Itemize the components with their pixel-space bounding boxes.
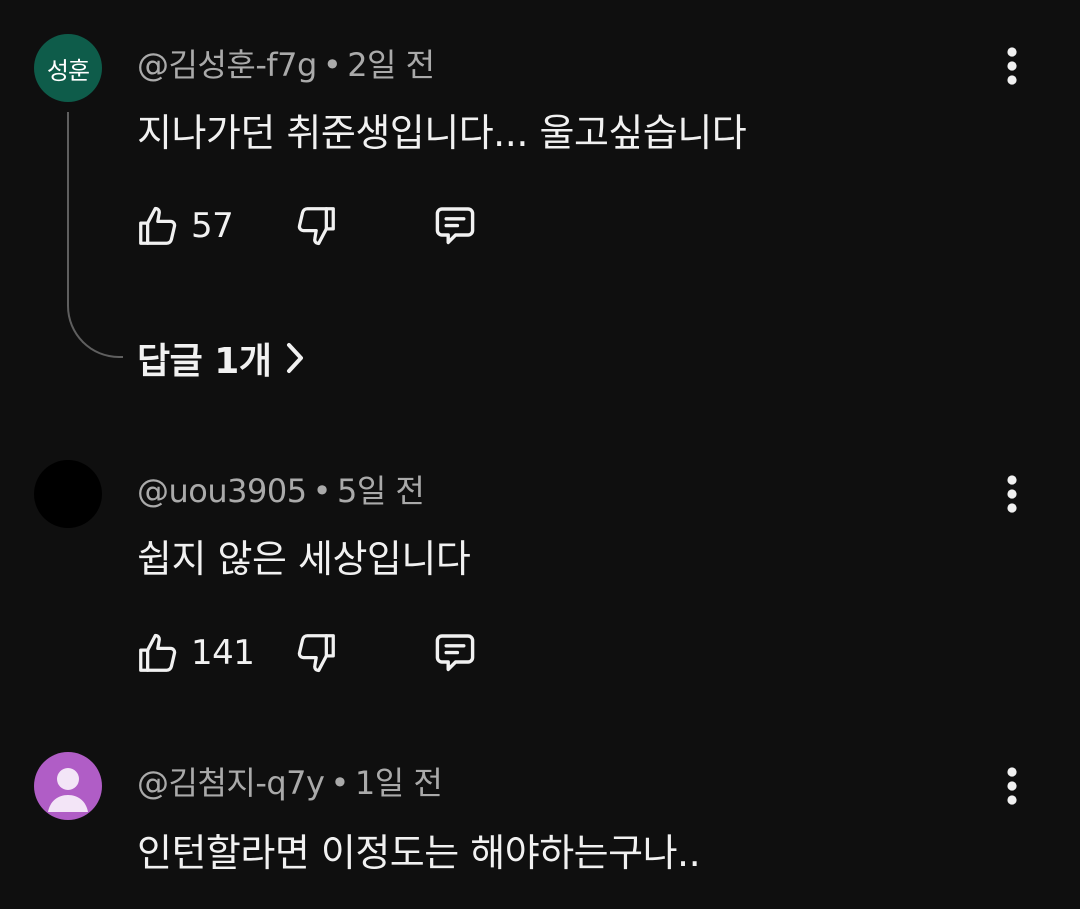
- replies-count-label: 답글 1개: [137, 341, 272, 382]
- comment-meta: @김성훈-f7g • 2일 전: [137, 40, 435, 86]
- comment-text: 인턴할라면 이정도는 해야하는구나..: [137, 831, 701, 875]
- like-count: 57: [191, 206, 234, 246]
- like-button[interactable]: 57: [135, 198, 234, 254]
- thumbs-up-icon: [139, 206, 177, 245]
- more-options-button[interactable]: [990, 758, 1034, 814]
- thumbs-down-icon: [297, 634, 335, 673]
- comment-text: 지나가던 취준생입니다... 울고싶습니다: [137, 111, 747, 155]
- comment-actions: 57: [135, 198, 555, 254]
- avatar-initials: 성훈: [46, 56, 90, 85]
- comment-time: 1일 전: [354, 764, 443, 802]
- more-vertical-icon: [1007, 475, 1017, 513]
- more-options-button[interactable]: [990, 38, 1034, 94]
- avatar[interactable]: [34, 752, 102, 820]
- comment-meta: @uou3905 • 5일 전: [137, 466, 425, 512]
- author-name[interactable]: @uou3905: [137, 472, 307, 510]
- dislike-button[interactable]: [293, 198, 339, 254]
- comment-actions: 141: [135, 625, 555, 681]
- avatar[interactable]: 성훈: [34, 34, 102, 102]
- comment-text: 쉽지 않은 세상입니다: [137, 537, 471, 581]
- avatar[interactable]: [34, 460, 102, 528]
- meta-separator: •: [330, 764, 349, 802]
- comment-time: 5일 전: [336, 472, 425, 510]
- reply-button[interactable]: [431, 625, 479, 681]
- thumbs-down-icon: [297, 207, 335, 246]
- more-vertical-icon: [1007, 767, 1017, 805]
- author-name[interactable]: @김성훈-f7g: [137, 46, 317, 84]
- dislike-button[interactable]: [293, 625, 339, 681]
- chevron-right-icon: [285, 341, 305, 375]
- more-options-button[interactable]: [990, 466, 1034, 522]
- author-name[interactable]: @김첨지-q7y: [137, 764, 325, 802]
- reply-button[interactable]: [431, 198, 479, 254]
- reply-thread-line: [67, 112, 123, 358]
- comment-icon: [435, 634, 475, 672]
- view-replies-button[interactable]: 답글 1개: [137, 330, 305, 386]
- comment-time: 2일 전: [347, 46, 435, 84]
- like-count: 141: [191, 633, 255, 673]
- comment-icon: [435, 207, 475, 245]
- meta-separator: •: [312, 472, 332, 510]
- meta-separator: •: [322, 46, 342, 84]
- like-button[interactable]: 141: [135, 625, 255, 681]
- thumbs-up-icon: [139, 633, 177, 672]
- more-vertical-icon: [1007, 47, 1017, 85]
- person-icon: [48, 768, 88, 812]
- comment-meta: @김첨지-q7y • 1일 전: [137, 758, 443, 804]
